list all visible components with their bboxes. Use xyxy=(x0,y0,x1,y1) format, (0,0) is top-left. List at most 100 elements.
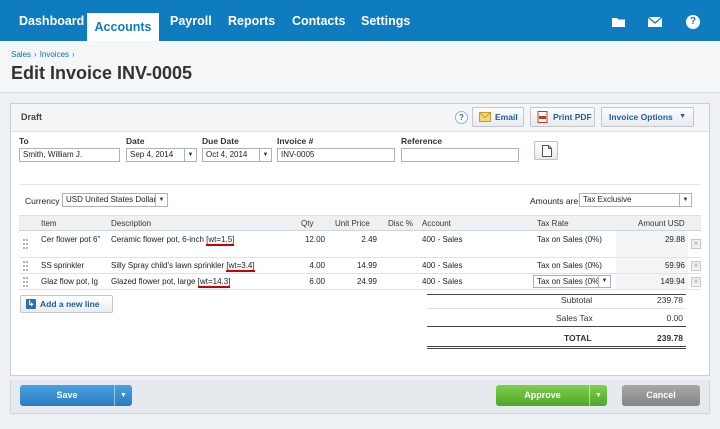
to-label: To xyxy=(19,136,29,146)
item-cell[interactable]: SS sprinkler xyxy=(41,261,84,270)
help-circle-icon[interactable]: ? xyxy=(455,111,468,124)
save-dropdown-icon[interactable]: ▼ xyxy=(114,385,132,406)
qty-cell[interactable]: 12.00 xyxy=(290,235,325,244)
col-account: Account xyxy=(422,219,451,228)
currency-select[interactable]: USD United States Dollar ▼ xyxy=(62,193,168,207)
approve-dropdown-icon[interactable]: ▼ xyxy=(589,385,607,406)
tax-rate-dropdown-icon[interactable]: ▼ xyxy=(598,276,610,287)
mail-icon[interactable] xyxy=(648,16,662,28)
due-date-dropdown-icon[interactable]: ▼ xyxy=(259,149,271,161)
email-button[interactable]: Email xyxy=(472,107,524,127)
tab-payroll[interactable]: Payroll xyxy=(170,0,212,41)
top-nav: Dashboard Accounts Payroll Reports Conta… xyxy=(0,0,720,41)
table-row[interactable]: Glaz flow pot, lg Glazed flower pot, lar… xyxy=(19,274,701,290)
delete-row-icon[interactable]: × xyxy=(691,277,701,287)
currency-dropdown-icon[interactable]: ▼ xyxy=(155,194,167,206)
col-unit-price: Unit Price xyxy=(335,219,370,228)
chevron-down-icon: ▼ xyxy=(679,113,686,120)
invoice-options-button[interactable]: Invoice Options ▼ xyxy=(601,107,694,127)
weight-tag: [wt=3.4] xyxy=(226,261,255,272)
unit-price-cell[interactable]: 2.49 xyxy=(329,235,377,244)
table-row[interactable]: Cer flower pot 6" Ceramic flower pot, 6-… xyxy=(19,231,701,258)
page-header: Sales › Invoices › Edit Invoice INV-0005 xyxy=(0,41,720,93)
divider xyxy=(19,184,701,185)
breadcrumb-sales[interactable]: Sales xyxy=(11,50,31,59)
account-cell[interactable]: 400 - Sales xyxy=(422,261,462,270)
drag-handle-icon[interactable] xyxy=(23,261,28,271)
cancel-button[interactable]: Cancel xyxy=(622,385,700,406)
plus-icon: ↳ xyxy=(26,299,36,309)
table-row[interactable]: SS sprinkler Silly Spray child's lawn sp… xyxy=(19,258,701,274)
amounts-are-select[interactable]: Tax Exclusive ▼ xyxy=(579,193,692,207)
save-button[interactable]: Save ▼ xyxy=(20,385,132,406)
to-field[interactable]: Smith, William J. xyxy=(19,148,120,162)
date-dropdown-icon[interactable]: ▼ xyxy=(184,149,196,161)
page-title: Edit Invoice INV-0005 xyxy=(11,63,193,83)
envelope-icon xyxy=(479,112,491,122)
amount-cell: 29.88 xyxy=(616,231,688,257)
weight-tag: [wt=14.3] xyxy=(197,277,231,288)
qty-cell[interactable]: 4.00 xyxy=(290,261,325,270)
help-icon[interactable]: ? xyxy=(686,15,700,29)
folder-icon[interactable] xyxy=(612,16,626,28)
amount-cell: 59.96 xyxy=(616,258,688,273)
col-qty: Qty xyxy=(301,219,314,228)
item-cell[interactable]: Cer flower pot 6" xyxy=(41,235,105,245)
amounts-dropdown-icon[interactable]: ▼ xyxy=(679,194,691,206)
status-label: Draft xyxy=(21,112,43,122)
sales-tax-label: Sales Tax xyxy=(556,313,593,323)
tab-reports[interactable]: Reports xyxy=(228,0,275,41)
tax-rate-select[interactable]: Tax on Sales (0% ▼ xyxy=(533,275,611,288)
sales-tax-value: 0.00 xyxy=(666,313,683,323)
tab-settings[interactable]: Settings xyxy=(361,0,410,41)
date-field[interactable]: Sep 4, 2014 ▼ xyxy=(126,148,197,162)
tab-contacts[interactable]: Contacts xyxy=(292,0,345,41)
action-bar: Save ▼ Approve ▼ Cancel xyxy=(10,380,710,414)
qty-cell[interactable]: 6.00 xyxy=(290,277,325,286)
delete-row-icon[interactable]: × xyxy=(691,239,701,249)
description-cell[interactable]: Glazed flower pot, large [wt=14.3] xyxy=(111,277,231,288)
description-cell[interactable]: Silly Spray child's lawn sprinkler [wt=3… xyxy=(111,261,255,272)
breadcrumb: Sales › Invoices › xyxy=(11,50,75,59)
tax-rate-cell[interactable]: Tax on Sales (0%) xyxy=(537,261,602,270)
add-new-line-button[interactable]: ↳ Add a new line xyxy=(20,295,113,313)
currency-label: Currency xyxy=(25,196,60,206)
print-pdf-button[interactable]: Print PDF xyxy=(530,107,595,127)
status-bar: Draft ? Email Print PDF Invoice Options … xyxy=(11,104,709,132)
document-icon xyxy=(542,145,552,157)
unit-price-cell[interactable]: 24.99 xyxy=(329,277,377,286)
approve-button[interactable]: Approve ▼ xyxy=(496,385,607,406)
reference-label: Reference xyxy=(401,136,443,146)
drag-handle-icon[interactable] xyxy=(23,239,28,249)
item-cell[interactable]: Glaz flow pot, lg xyxy=(41,277,98,286)
reference-field[interactable] xyxy=(401,148,519,162)
due-date-field[interactable]: Oct 4, 2014 ▼ xyxy=(202,148,272,162)
invoice-number-label: Invoice # xyxy=(277,136,314,146)
weight-tag: [wt=1.5] xyxy=(206,235,235,246)
amounts-are-label: Amounts are xyxy=(530,196,579,206)
breadcrumb-invoices[interactable]: Invoices xyxy=(40,50,69,59)
amount-cell: 149.94 xyxy=(616,274,688,289)
delete-row-icon[interactable]: × xyxy=(691,261,701,271)
total-label: TOTAL xyxy=(564,333,592,343)
account-cell[interactable]: 400 - Sales xyxy=(422,277,462,286)
col-item: Item xyxy=(41,219,57,228)
line-items-header: Item Description Qty Unit Price Disc % A… xyxy=(19,215,701,231)
col-description: Description xyxy=(111,219,152,228)
account-cell[interactable]: 400 - Sales xyxy=(422,235,462,244)
total-value: 239.78 xyxy=(657,333,683,343)
total-double-rule xyxy=(427,346,686,349)
tax-rate-cell[interactable]: Tax on Sales (0%) xyxy=(537,235,602,244)
invoice-panel: Draft ? Email Print PDF Invoice Options … xyxy=(10,103,710,376)
tab-dashboard[interactable]: Dashboard xyxy=(19,0,84,41)
date-label: Date xyxy=(126,136,145,146)
tab-accounts[interactable]: Accounts xyxy=(87,13,159,41)
attach-file-button[interactable] xyxy=(534,141,558,160)
invoice-number-field[interactable]: INV-0005 xyxy=(277,148,395,162)
subtotal-label: Subtotal xyxy=(561,295,593,305)
due-date-label: Due Date xyxy=(202,136,239,146)
description-cell[interactable]: Ceramic flower pot, 6-inch [wt=1.5] xyxy=(111,235,235,246)
drag-handle-icon[interactable] xyxy=(23,277,28,287)
unit-price-cell[interactable]: 14.99 xyxy=(329,261,377,270)
col-disc: Disc % xyxy=(388,219,413,228)
